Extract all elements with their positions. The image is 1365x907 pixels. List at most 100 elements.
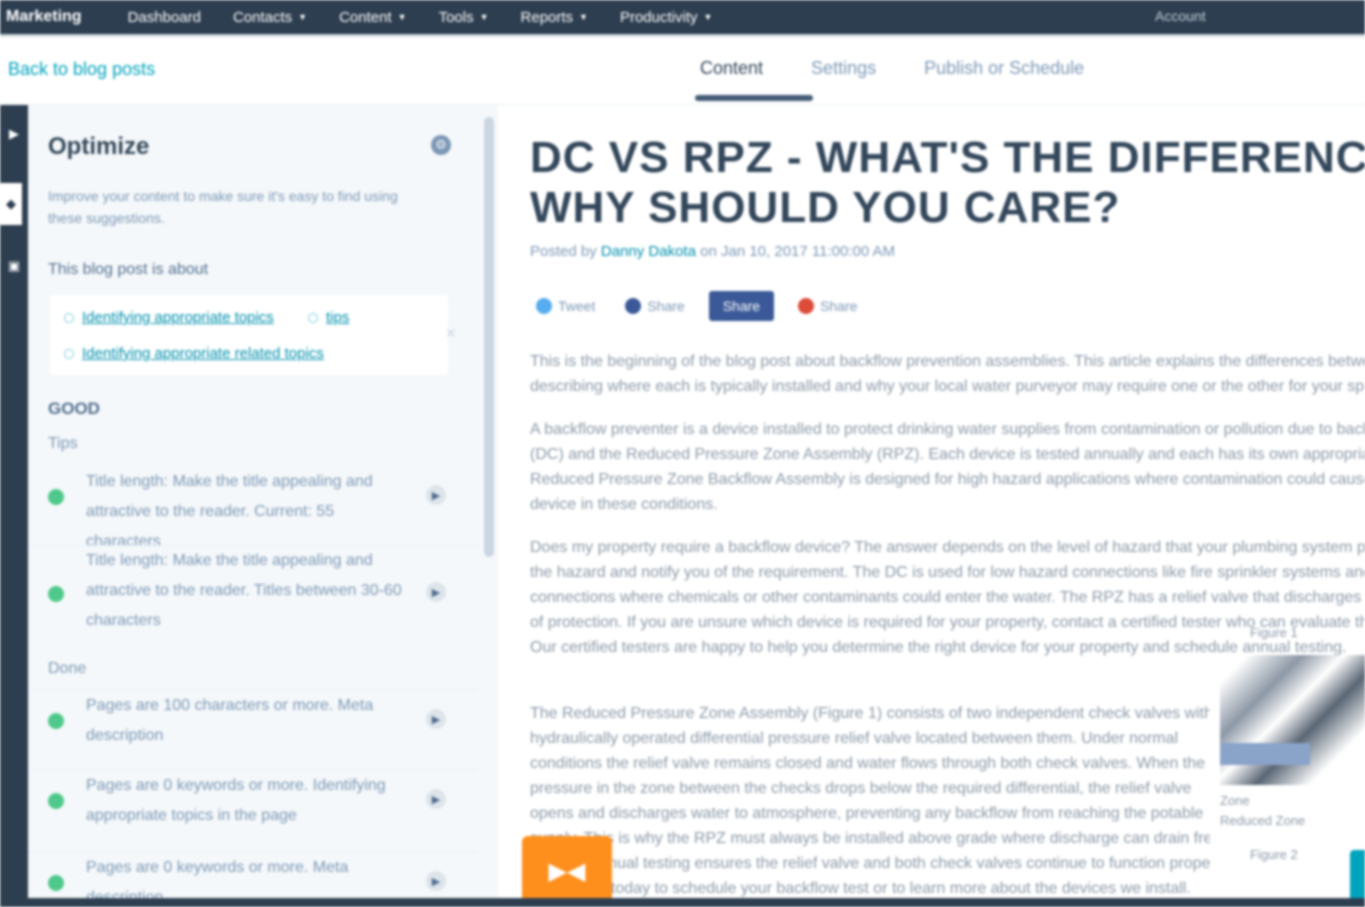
optimize-panel: Optimize ⚙ Improve your content to make …: [28, 105, 498, 907]
topic-box[interactable]: Identifying appropriate topics tips Iden…: [50, 295, 457, 375]
nav-label: Tools: [438, 8, 474, 26]
linkedin-share-button[interactable]: Share: [708, 291, 775, 321]
tab-settings[interactable]: Settings: [811, 58, 876, 83]
paragraph-line: describing where each is typically insta…: [530, 378, 1365, 395]
nav-item-productivity[interactable]: Productivity ▼: [604, 9, 728, 26]
paragraph-line: The Reduced Pressure Zone Assembly (Figu…: [530, 705, 1210, 722]
chevron-right-icon[interactable]: ▶: [426, 485, 446, 505]
nav-item-reports[interactable]: Reports ▼: [505, 9, 604, 26]
paragraph-line: conditions the relief valve remains clos…: [530, 755, 1206, 772]
figure-caption: Zone: [1220, 793, 1250, 808]
nav-item-content[interactable]: Content ▼: [323, 9, 422, 26]
topic-dot-icon: [64, 348, 74, 359]
section-label-good: GOOD: [48, 399, 100, 418]
check-icon: [48, 586, 64, 602]
back-to-posts-link[interactable]: Back to blog posts: [8, 59, 155, 80]
author-link[interactable]: Danny Dakota: [601, 243, 696, 260]
top-navigation: Marketing Dashboard Contacts ▼ Content ▼ T…: [0, 0, 1365, 34]
paragraph-line: supply. This is why the RPZ must always …: [530, 830, 1210, 847]
share-label: Share: [722, 298, 761, 314]
chevron-right-icon[interactable]: ▶: [426, 709, 446, 729]
topic-chip[interactable]: Identifying appropriate related topics: [64, 345, 324, 362]
rail-expand-icon[interactable]: ▶: [0, 113, 28, 155]
topic-chip-label: tips: [326, 309, 350, 326]
post-title[interactable]: DC VS RPZ - WHAT'S THE DIFFERENCE WHY SH…: [530, 133, 1365, 233]
paragraph-line: hydraulically operated differential pres…: [530, 730, 1179, 747]
topic-chip-label: Identifying appropriate topics: [82, 309, 274, 326]
recommendation-text: Pages are 100 characters or more. Meta d…: [86, 697, 374, 744]
nav-shadow: [0, 34, 1365, 38]
nav-brand[interactable]: Marketing: [0, 8, 112, 26]
share-label: Share: [647, 298, 685, 314]
byline-prefix: Posted by: [530, 243, 597, 260]
check-icon: [48, 793, 64, 809]
recommendation-item[interactable]: Title length: Make the title appealing a…: [28, 467, 478, 550]
close-icon[interactable]: ✕: [445, 325, 457, 342]
paragraph-line: This is the beginning of the blog post a…: [530, 353, 1365, 370]
account-menu[interactable]: Account: [1155, 8, 1206, 24]
chevron-right-icon[interactable]: ▶: [426, 871, 446, 891]
topic-dot-icon: [308, 312, 318, 323]
nav-label: Contacts: [232, 8, 293, 26]
post-paragraph[interactable]: A backflow preventer is a device install…: [530, 417, 1365, 517]
paragraph-line: A backflow preventer is a device install…: [530, 421, 1365, 438]
sidebar-rail: ▶ ◆ ▣: [0, 105, 28, 907]
recommendation-item[interactable]: Title length: Make the title appealing a…: [28, 545, 478, 655]
paragraph-line: Reduced Pressure Zone Backflow Assembly …: [530, 471, 1365, 488]
bottom-bar: [0, 898, 1365, 907]
nav-item-contacts[interactable]: Contacts ▼: [217, 9, 323, 26]
valve-image: [1220, 655, 1365, 785]
topic-chip-label: Identifying appropriate related topics: [82, 345, 324, 362]
tab-content[interactable]: Content: [700, 58, 763, 83]
nav-item-tools[interactable]: Tools ▼: [423, 9, 505, 26]
byline-date: on Jan 10, 2017 11:00:00 AM: [700, 243, 896, 260]
active-tab-indicator: [695, 95, 813, 101]
post-editor[interactable]: DC VS RPZ - WHAT'S THE DIFFERENCE WHY SH…: [498, 105, 1365, 907]
group-label-tips: Tips: [48, 435, 78, 452]
topic-dot-icon: [64, 312, 74, 323]
valve-image-detail: [1220, 743, 1310, 765]
chevron-down-icon: ▼: [579, 12, 588, 22]
facebook-share-button[interactable]: Share: [619, 291, 690, 321]
topic-chip[interactable]: tips: [308, 309, 349, 326]
google-share-button[interactable]: Share: [792, 291, 863, 321]
chevron-right-icon[interactable]: ▶: [426, 582, 446, 602]
topic-label: This blog post is about: [48, 261, 209, 278]
social-share-bar: Tweet Share Share Share: [530, 291, 863, 321]
recommendation-text: Pages are 0 keywords or more. Identifyin…: [86, 777, 386, 824]
topic-chip[interactable]: Identifying appropriate topics: [64, 309, 274, 326]
nav-item-dashboard[interactable]: Dashboard: [112, 9, 217, 26]
paragraph-line: pressure in the zone between the checks …: [530, 780, 1192, 797]
post-figure[interactable]: Figure 1 Zone Reduced Zone Figure 2: [1220, 625, 1365, 865]
nav-label: Productivity: [619, 8, 698, 26]
panel-scrollbar[interactable]: [484, 117, 494, 557]
recommendation-item[interactable]: Pages are 100 characters or more. Meta d…: [28, 690, 478, 768]
rail-optimize-icon[interactable]: ◆: [0, 183, 22, 225]
tab-publish[interactable]: Publish or Schedule: [924, 58, 1084, 83]
chevron-right-icon[interactable]: ▶: [426, 789, 446, 809]
twitter-icon: [536, 298, 552, 314]
paragraph-line: connections where chemicals or other con…: [530, 589, 1365, 606]
paragraph-line: Regular annual testing ensures the relie…: [530, 855, 1210, 872]
check-icon: [48, 713, 64, 729]
post-byline: Posted by Danny Dakota on Jan 10, 2017 1…: [530, 243, 895, 260]
panel-description: Improve your content to make sure it's e…: [48, 188, 398, 226]
post-paragraph[interactable]: The Reduced Pressure Zone Assembly (Figu…: [530, 701, 1210, 901]
chevron-down-icon: ▼: [703, 12, 713, 22]
chat-launcher-button[interactable]: ▶◀: [522, 836, 612, 907]
chevron-down-icon: ▼: [397, 12, 407, 22]
recommendation-item[interactable]: Pages are 0 keywords or more. Identifyin…: [28, 770, 478, 850]
share-label: Tweet: [558, 298, 596, 314]
chevron-down-icon: ▼: [298, 12, 308, 22]
rail-settings-icon[interactable]: ▣: [0, 245, 28, 287]
google-plus-icon: [798, 298, 815, 314]
paragraph-line: device in these conditions.: [530, 496, 718, 513]
facebook-icon: [625, 298, 642, 314]
check-icon: [48, 875, 64, 891]
chevron-down-icon: ▼: [479, 12, 489, 22]
group-label-done: Done: [48, 660, 87, 677]
tweet-button[interactable]: Tweet: [530, 291, 601, 321]
post-paragraph[interactable]: This is the beginning of the blog post a…: [530, 349, 1365, 399]
editor-tabs: Content Settings Publish or Schedule: [700, 58, 1084, 83]
gear-icon[interactable]: ⚙: [431, 135, 451, 155]
